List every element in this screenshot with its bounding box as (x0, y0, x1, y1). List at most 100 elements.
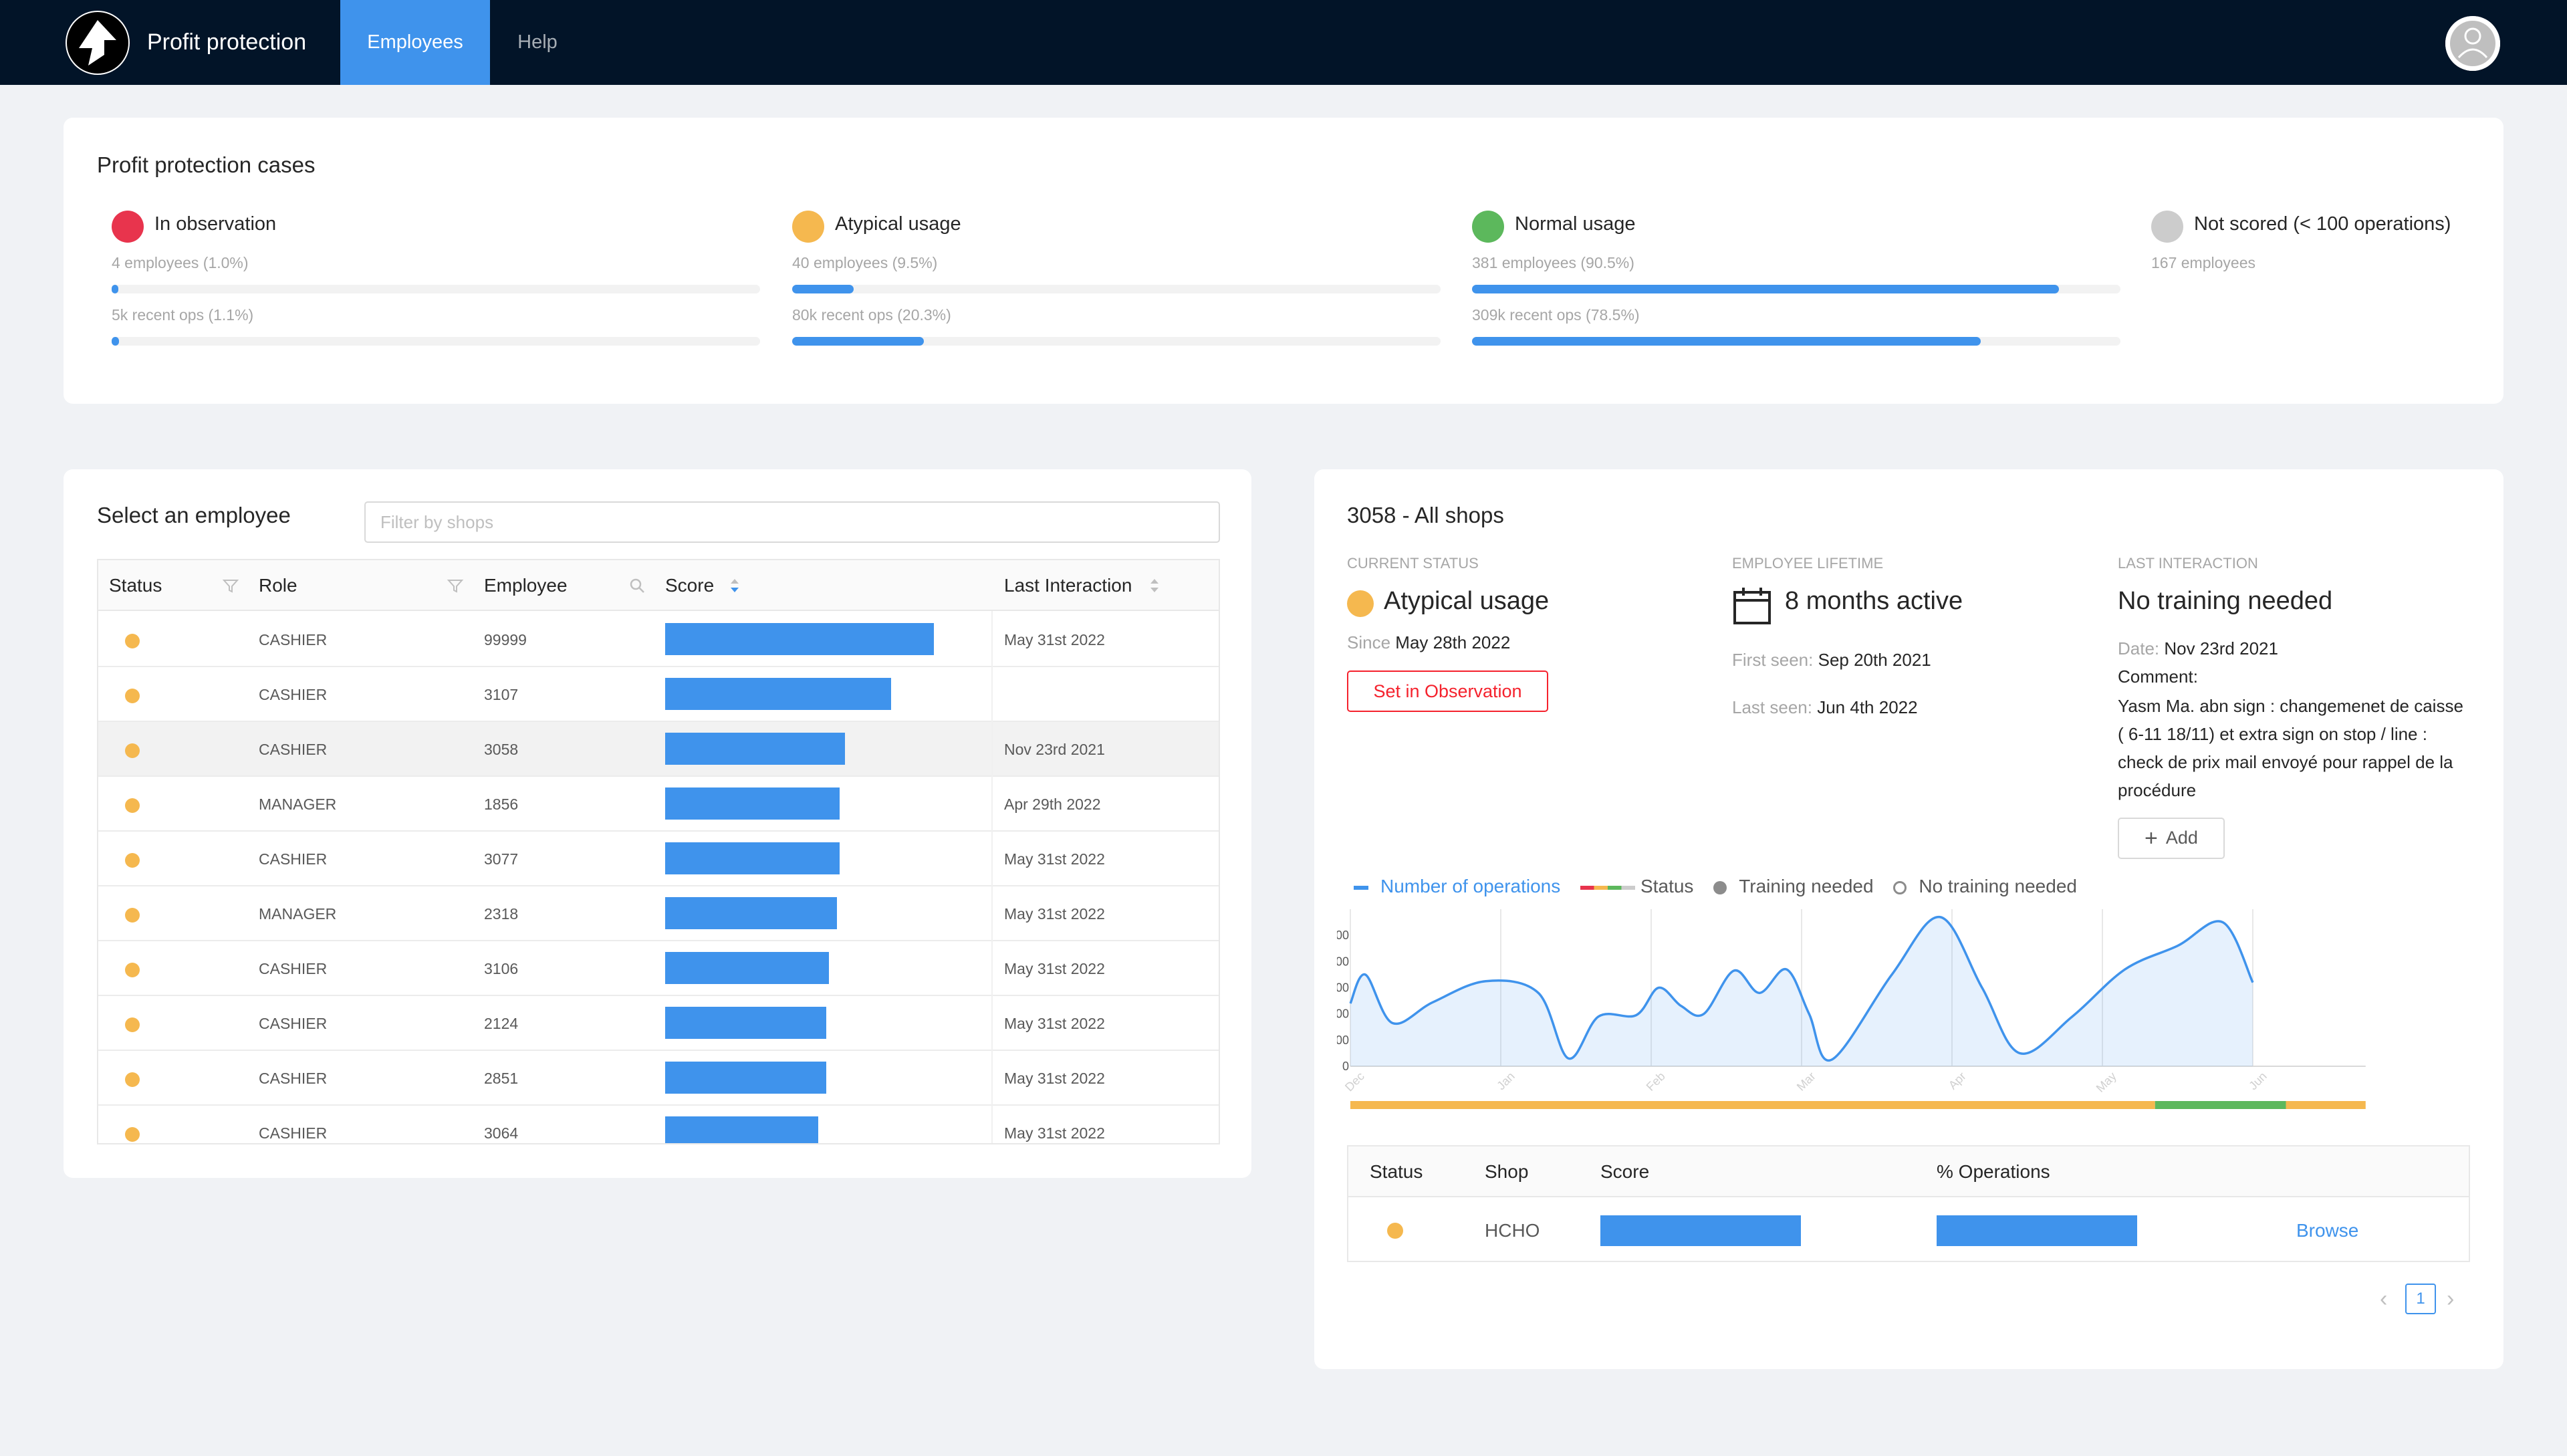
sort-icon[interactable] (1145, 576, 1164, 595)
last-seen: Last seen: Jun 4th 2022 (1732, 697, 1918, 717)
column-shop: Shop (1485, 1161, 1529, 1182)
filter-icon[interactable] (221, 576, 240, 595)
column-status: Status (1370, 1161, 1423, 1182)
table-header: Status Role Employee Score Last Interact… (98, 560, 1219, 611)
role-cell: CASHIER (259, 960, 328, 977)
role-cell: MANAGER (259, 796, 337, 813)
last-interaction-cell: May 31st 2022 (1004, 1015, 1105, 1032)
operations-bar (1937, 1215, 2137, 1246)
stat-ops: 309k recent ops (78.5%) (1472, 306, 1640, 324)
status-dot (125, 1017, 140, 1032)
status-dot (125, 908, 140, 923)
stat-ops: 80k recent ops (20.3%) (792, 306, 951, 324)
set-in-observation-button[interactable]: Set in Observation (1347, 671, 1548, 712)
no-training-legend-icon (1893, 880, 1907, 894)
table-row[interactable]: CASHIER 3058 Nov 23rd 2021 (98, 722, 1219, 777)
score-bar (665, 1062, 827, 1094)
next-page-icon[interactable]: › (2447, 1286, 2454, 1312)
last-interaction-cell: Apr 29th 2022 (1004, 796, 1101, 813)
table-row[interactable]: CASHIER 3107 (98, 667, 1219, 722)
y-tick-label: 0 (1342, 1060, 1349, 1073)
add-interaction-button[interactable]: + Add (2118, 818, 2225, 859)
score-bar (665, 1116, 819, 1143)
stat-employees: 167 employees (2151, 254, 2255, 271)
sort-icon[interactable] (725, 576, 744, 595)
score-bar (665, 787, 840, 820)
role-cell: CASHIER (259, 631, 328, 648)
table-row[interactable]: CASHIER 2124 May 31st 2022 (98, 996, 1219, 1051)
browse-link[interactable]: Browse (2296, 1199, 2358, 1262)
legend-status[interactable]: Status (1640, 876, 1693, 896)
table-row[interactable]: CASHIER 3106 May 31st 2022 (98, 941, 1219, 996)
table-row[interactable]: CASHIER 3064 May 31st 2022 (98, 1106, 1219, 1143)
table-row[interactable]: MANAGER 2318 May 31st 2022 (98, 886, 1219, 941)
page-1-button[interactable]: 1 (2405, 1284, 2436, 1314)
employee-cell: 1856 (484, 796, 519, 813)
interaction-date: Date: Nov 23rd 2021 (2118, 638, 2278, 658)
plus-icon: + (2145, 825, 2158, 851)
role-cell: CASHIER (259, 741, 328, 758)
status-dot (1472, 211, 1504, 243)
lifetime-value: 8 months active (1785, 587, 1963, 615)
current-status-caption: CURRENT STATUS (1347, 555, 1479, 572)
status-dot (125, 963, 140, 977)
role-cell: CASHIER (259, 1124, 328, 1142)
last-interaction-cell: May 31st 2022 (1004, 905, 1105, 923)
interaction-comment: Yasm Ma. abn sign : changemenet de caiss… (2118, 696, 2463, 800)
legend-training[interactable]: Training needed (1739, 876, 1873, 896)
legend-no-training[interactable]: No training needed (1919, 876, 2077, 896)
score-bar (665, 733, 846, 765)
stat-ops: 5k recent ops (1.1%) (112, 306, 254, 324)
table-row[interactable]: CASHIER 99999 May 31st 2022 (98, 612, 1219, 667)
column-last-interaction[interactable]: Last Interaction (1004, 560, 1132, 611)
ops-progress (1472, 337, 2120, 346)
employee-cell: 2318 (484, 905, 519, 923)
last-interaction-cell: May 31st 2022 (1004, 1124, 1105, 1142)
employee-cell: 99999 (484, 631, 527, 648)
stat-label: Normal usage (1515, 213, 1636, 235)
user-avatar-icon[interactable] (2445, 16, 2500, 71)
column-role[interactable]: Role (259, 560, 297, 611)
y-tick-label: 600 (1337, 981, 1349, 995)
stat-employees: 40 employees (9.5%) (792, 254, 938, 271)
y-tick-label: 800 (1337, 955, 1349, 968)
employee-lifetime-caption: EMPLOYEE LIFETIME (1732, 555, 1884, 572)
stat-label: Not scored (< 100 operations) (2194, 213, 2451, 235)
table-row[interactable]: MANAGER 1856 Apr 29th 2022 (98, 777, 1219, 832)
status-dot (125, 853, 140, 868)
employees-progress (112, 285, 760, 293)
employee-cell: 3107 (484, 686, 519, 703)
employees-progress (1472, 285, 2120, 293)
current-status-value: Atypical usage (1384, 587, 1550, 615)
x-tick-label: Apr (1946, 1070, 1969, 1092)
detail-title: 3058 - All shops (1347, 503, 1504, 527)
filter-icon[interactable] (446, 576, 465, 595)
column-score[interactable]: Score (665, 560, 714, 611)
score-bar (665, 842, 840, 874)
last-interaction-caption: LAST INTERACTION (2118, 555, 2258, 572)
table-row[interactable]: CASHIER 2851 May 31st 2022 (98, 1051, 1219, 1106)
cases-title: Profit protection cases (97, 152, 316, 177)
operations-chart[interactable]: 0 200 400 600 800 1,000 Dec Jan Feb Mar Apr May Jun (1337, 902, 2380, 1116)
column-status[interactable]: Status (109, 560, 162, 611)
shop-cell: HCHO (1485, 1220, 1540, 1241)
y-tick-label: 200 (1337, 1034, 1349, 1047)
shop-table-header: Status Shop Score % Operations (1348, 1146, 2469, 1197)
status-dot (125, 1127, 140, 1142)
role-cell: MANAGER (259, 905, 337, 923)
table-row[interactable]: CASHIER 3077 May 31st 2022 (98, 832, 1219, 886)
nav-tab-employees[interactable]: Employees (340, 0, 490, 85)
column-employee[interactable]: Employee (484, 560, 568, 611)
search-icon[interactable] (628, 576, 646, 595)
nav-tab-help[interactable]: Help (498, 0, 577, 85)
column-score: Score (1600, 1161, 1650, 1182)
shop-filter-input[interactable] (364, 501, 1220, 543)
stat-label: In observation (154, 213, 277, 235)
legend-operations[interactable]: Number of operations (1380, 876, 1560, 896)
prev-page-icon[interactable]: ‹ (2380, 1286, 2387, 1312)
calendar-icon (1733, 588, 1771, 624)
ops-progress (112, 337, 760, 346)
shop-row[interactable]: HCHO Browse (1348, 1199, 2469, 1262)
logo-arrow-icon[interactable] (66, 11, 130, 75)
comment-label: Comment: (2118, 666, 2198, 687)
